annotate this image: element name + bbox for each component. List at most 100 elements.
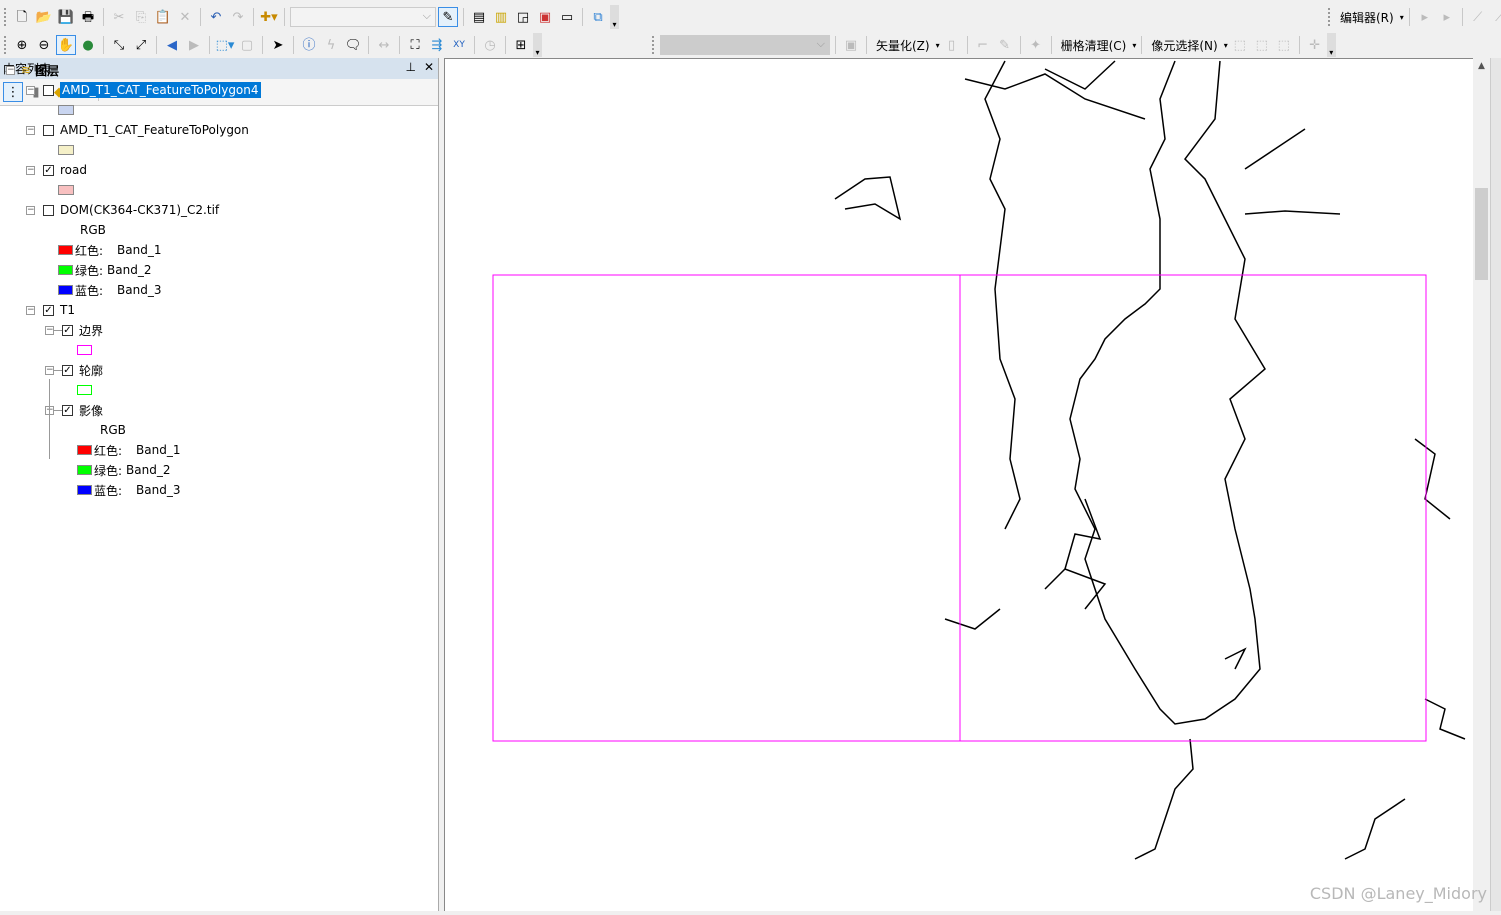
map-scale-combo[interactable] — [290, 7, 436, 27]
catalog-icon[interactable]: ▥ — [491, 7, 511, 27]
new-document-icon[interactable]: 🗋 — [12, 7, 32, 27]
symbol-swatch[interactable] — [58, 105, 74, 115]
collapse-icon[interactable]: − — [26, 125, 35, 135]
zoom-out-icon[interactable]: ⊖ — [34, 35, 54, 55]
map-view[interactable] — [444, 58, 1473, 911]
hyperlink-icon[interactable]: ϟ — [321, 35, 341, 55]
band-swatch[interactable] — [77, 465, 92, 475]
symbol-swatch[interactable] — [58, 185, 74, 195]
layer-symbol[interactable] — [77, 340, 92, 360]
layer-visibility-checkbox[interactable]: ✓ — [43, 164, 54, 176]
delete-icon[interactable]: ✕ — [175, 7, 195, 27]
paste-icon[interactable]: 📋 — [153, 7, 173, 27]
collapse-icon[interactable]: − — [45, 365, 54, 375]
layer-visibility-checkbox[interactable] — [43, 204, 54, 216]
layer-name[interactable]: 影像 — [79, 402, 103, 419]
pin-icon[interactable]: ⊥ — [405, 60, 415, 74]
clear-selection-icon[interactable]: ▢ — [237, 35, 257, 55]
add-cells-icon[interactable]: ⬚ — [1252, 35, 1272, 55]
html-popup-icon[interactable]: 🗨 — [343, 35, 363, 55]
toolbar-overflow-icon[interactable]: ▾ — [1326, 33, 1336, 57]
raster-cleanup-menu[interactable]: 栅格清理(C) — [1057, 37, 1131, 54]
sublayer-item[interactable]: −✓影像 — [45, 400, 103, 420]
band-swatch[interactable] — [77, 485, 92, 495]
layer-symbol[interactable] — [58, 100, 74, 120]
line-tool-icon[interactable]: ⌐ — [973, 35, 993, 55]
identify-icon[interactable]: ⓘ — [299, 35, 319, 55]
arc-segment-icon[interactable]: ⟋ — [1490, 7, 1501, 27]
collapse-icon[interactable]: − — [26, 305, 35, 315]
trace-icon[interactable]: ▯ — [942, 35, 962, 55]
toolbar-overflow-icon[interactable]: ▾ — [610, 5, 619, 29]
back-icon[interactable]: ◀ — [162, 35, 182, 55]
band-swatch[interactable] — [58, 285, 73, 295]
layer-visibility-checkbox[interactable]: ✓ — [62, 324, 73, 336]
edit-tool-icon[interactable]: ▸ — [1415, 7, 1435, 27]
layer-item[interactable]: − AMD_T1_CAT_FeatureToPolygon — [26, 120, 249, 140]
fixed-zoom-out-icon[interactable]: ⤢ — [131, 35, 151, 55]
sublayer-item[interactable]: − ✓ 边界 — [45, 320, 103, 340]
band-swatch[interactable] — [77, 445, 92, 455]
toolbar-overflow-icon[interactable]: ▾ — [533, 33, 542, 57]
layer-name[interactable]: AMD_T1_CAT_FeatureToPolygon4 — [60, 82, 261, 98]
layer-item[interactable]: − ✓ road — [26, 160, 87, 180]
magnifier-icon[interactable]: ⊞ — [511, 35, 531, 55]
save-icon[interactable]: 💾 — [56, 7, 76, 27]
layer-name[interactable]: T1 — [60, 303, 75, 317]
forward-icon[interactable]: ▶ — [184, 35, 204, 55]
select-elements-icon[interactable]: ➤ — [268, 35, 288, 55]
measure-icon[interactable]: ↔ — [374, 35, 394, 55]
select-features-icon[interactable]: ⬚▾ — [215, 35, 235, 55]
remove-cells-icon[interactable]: ⬚ — [1274, 35, 1294, 55]
full-extent-icon[interactable]: ● — [78, 35, 98, 55]
straight-segment-icon[interactable]: ⟋ — [1468, 7, 1488, 27]
collapse-icon[interactable]: − — [26, 205, 35, 215]
symbol-swatch[interactable] — [77, 385, 92, 395]
pin-icon[interactable]: ✦ — [1026, 35, 1046, 55]
raster-layer-combo[interactable] — [660, 35, 830, 55]
open-icon[interactable]: 📂 — [34, 7, 54, 27]
scroll-up-icon[interactable]: ▲ — [1473, 58, 1490, 71]
layer-item[interactable]: − ✓ T1 — [26, 300, 75, 320]
redo-icon[interactable]: ↷ — [228, 7, 248, 27]
list-by-drawing-order-icon[interactable]: ⋮ — [3, 82, 23, 102]
close-icon[interactable]: ✕ — [424, 60, 434, 74]
layer-name[interactable]: 轮廓 — [79, 362, 103, 379]
symbol-swatch[interactable] — [77, 345, 92, 355]
map-vertical-scrollbar[interactable]: ▲ — [1473, 58, 1490, 911]
layer-visibility-checkbox[interactable] — [43, 84, 54, 96]
toolbar-grip[interactable] — [4, 8, 7, 26]
layer-name[interactable]: AMD_T1_CAT_FeatureToPolygon — [60, 123, 249, 137]
band-swatch[interactable] — [58, 265, 73, 275]
fixed-zoom-in-icon[interactable]: ⤡ — [109, 35, 129, 55]
cell-selection-menu[interactable]: 像元选择(N) — [1147, 37, 1221, 54]
time-slider-icon[interactable]: ◷ — [480, 35, 500, 55]
crosshair-icon[interactable]: ✛ — [1305, 35, 1325, 55]
select-connected-cells-icon[interactable]: ⬚ — [1230, 35, 1250, 55]
raster-settings-icon[interactable]: ▣ — [841, 35, 861, 55]
layer-visibility-checkbox[interactable] — [43, 124, 54, 136]
cut-icon[interactable]: ✂ — [109, 7, 129, 27]
layer-name[interactable]: road — [60, 163, 87, 177]
scrollbar-thumb[interactable] — [1475, 188, 1488, 280]
go-to-xy-icon[interactable]: XY — [449, 35, 469, 55]
collapse-icon[interactable]: − — [26, 85, 35, 95]
editor-menu[interactable]: 编辑器(R) — [1336, 9, 1398, 26]
arctoolbox-icon[interactable]: ▣ — [535, 7, 555, 27]
add-data-icon[interactable]: ✚▾ — [259, 7, 279, 27]
edit-annotation-icon[interactable]: ▸ — [1437, 7, 1457, 27]
layer-visibility-checkbox[interactable]: ✓ — [62, 404, 73, 416]
collapse-icon[interactable]: − — [6, 65, 15, 75]
layer-symbol[interactable] — [58, 180, 74, 200]
layer-visibility-checkbox[interactable]: ✓ — [43, 304, 54, 316]
python-icon[interactable]: ▭ — [557, 7, 577, 27]
model-builder-icon[interactable]: ⧉ — [588, 7, 608, 27]
vectorize-menu[interactable]: 矢量化(Z) — [872, 37, 934, 54]
table-of-contents-icon[interactable]: ▤ — [469, 7, 489, 27]
collapse-icon[interactable]: − — [26, 165, 35, 175]
band-swatch[interactable] — [58, 245, 73, 255]
symbol-swatch[interactable] — [58, 145, 74, 155]
copy-icon[interactable]: ⎘ — [131, 7, 151, 27]
layer-name[interactable]: DOM(CK364-CK371)_C2.tif — [60, 203, 219, 217]
layer-name[interactable]: 边界 — [79, 322, 103, 339]
